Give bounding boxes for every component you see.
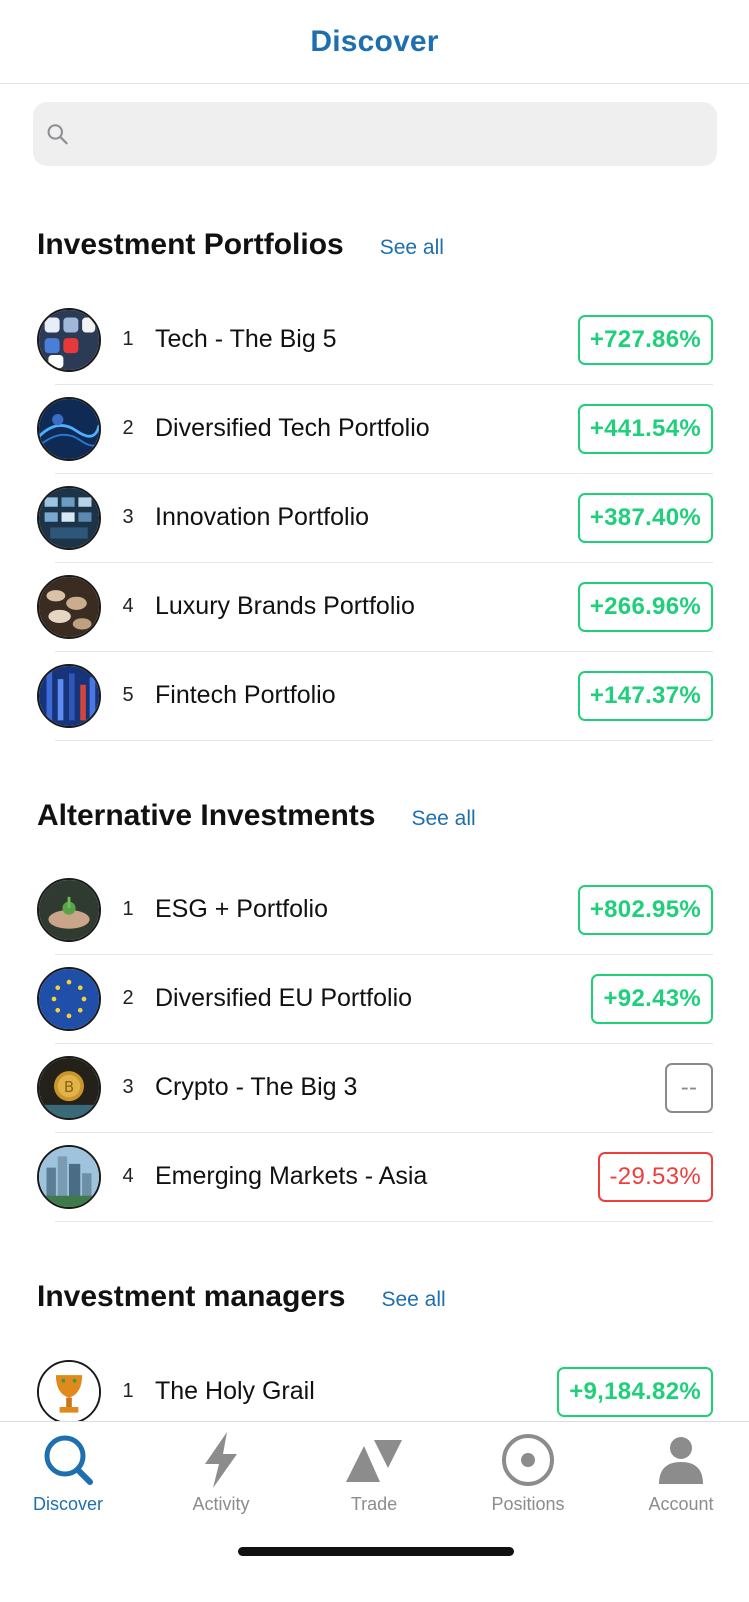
avatar [37,485,101,550]
list-item[interactable]: B 3 Crypto - The Big 3 -- [37,1042,713,1133]
avatar [37,574,101,639]
portfolio-name: Diversified Tech Portfolio [155,414,430,442]
tab-label: Positions [491,1494,565,1514]
portfolio-name: Innovation Portfolio [155,503,370,531]
divider [55,1221,713,1222]
tab-label: Activity [192,1494,250,1514]
portfolio-name: Tech - The Big 5 [155,325,337,353]
portfolio-name: Fintech Portfolio [155,681,336,709]
section-title: Alternative Investments [37,799,376,832]
person-icon [659,1437,703,1484]
avatar [37,1144,101,1209]
rank: 1 [122,1380,134,1402]
rank: 1 [122,328,134,350]
list-item[interactable]: 2 Diversified Tech Portfolio +441.54% [37,383,713,474]
change-badge: +727.86% [577,314,713,365]
portfolio-name: Emerging Markets - Asia [155,1162,428,1190]
change-badge: +441.54% [577,403,713,454]
page-title: Discover [310,24,439,58]
tab-discover[interactable]: Discover [8,1428,128,1515]
change-badge: +266.96% [577,581,713,632]
positions-icon [502,1434,554,1486]
change-badge: +147.37% [577,670,713,721]
avatar [37,396,101,461]
portfolio-name: Crypto - The Big 3 [155,1073,358,1101]
change-badge: +387.40% [577,492,713,543]
see-all-link[interactable]: See all [381,1288,445,1312]
change-badge: +9,184.82% [557,1366,713,1417]
section-title: Investment managers [37,1280,346,1313]
list-item[interactable]: 4 Emerging Markets - Asia -29.53% [37,1131,713,1222]
tab-positions[interactable]: Positions [468,1428,588,1515]
tab-account[interactable]: Account [621,1428,741,1515]
avatar [37,966,101,1031]
tab-label: Trade [350,1494,398,1514]
home-indicator [238,1547,514,1556]
rank: 2 [122,987,134,1009]
search-icon [44,1435,93,1485]
lightning-icon [205,1432,237,1488]
tab-trade[interactable]: Trade [314,1428,434,1515]
divider [55,740,713,741]
tab-label: Account [648,1494,714,1514]
change-badge: -29.53% [597,1151,713,1202]
list-item[interactable]: 2 Diversified EU Portfolio +92.43% [37,953,713,1044]
portfolio-name: Luxury Brands Portfolio [155,592,415,620]
search-input[interactable] [79,122,717,146]
svg-text:B: B [64,1077,74,1095]
section-investment-managers: Investment managers See all [37,1280,446,1314]
see-all-link[interactable]: See all [411,807,475,831]
rank: 1 [122,898,134,920]
change-badge: -- [665,1062,713,1113]
rank: 4 [122,1165,134,1187]
search-bar[interactable] [33,102,717,166]
change-badge: +92.43% [591,973,713,1024]
avatar [37,307,101,372]
see-all-link[interactable]: See all [380,236,444,260]
portfolio-name: Diversified EU Portfolio [155,984,413,1012]
trade-icon [346,1440,402,1482]
list-item[interactable]: 1 Tech - The Big 5 +727.86% [37,294,713,385]
avatar [37,1359,101,1424]
tab-label: Discover [32,1494,103,1514]
rank: 5 [122,684,134,706]
top-bar: Discover [0,0,749,84]
section-alternative-investments: Alternative Investments See all [37,799,476,833]
rank: 4 [122,595,134,617]
search-icon [47,124,68,145]
avatar [37,663,101,728]
list-item[interactable]: 5 Fintech Portfolio +147.37% [37,650,713,741]
tab-activity[interactable]: Activity [161,1428,281,1515]
list-item[interactable]: 3 Innovation Portfolio +387.40% [37,472,713,563]
section-investment-portfolios: Investment Portfolios See all [37,228,444,262]
avatar [37,877,101,942]
list-item[interactable]: 1 ESG + Portfolio +802.95% [37,864,713,955]
change-badge: +802.95% [577,884,713,935]
rank: 3 [122,506,134,528]
portfolio-name: ESG + Portfolio [155,895,328,923]
tab-bar: Discover Activity Trade Positions Accoun… [0,1421,749,1602]
avatar: B [37,1055,101,1120]
portfolio-name: The Holy Grail [155,1377,315,1405]
section-title: Investment Portfolios [37,228,344,261]
list-item[interactable]: 4 Luxury Brands Portfolio +266.96% [37,561,713,652]
rank: 2 [122,417,134,439]
rank: 3 [122,1076,134,1098]
